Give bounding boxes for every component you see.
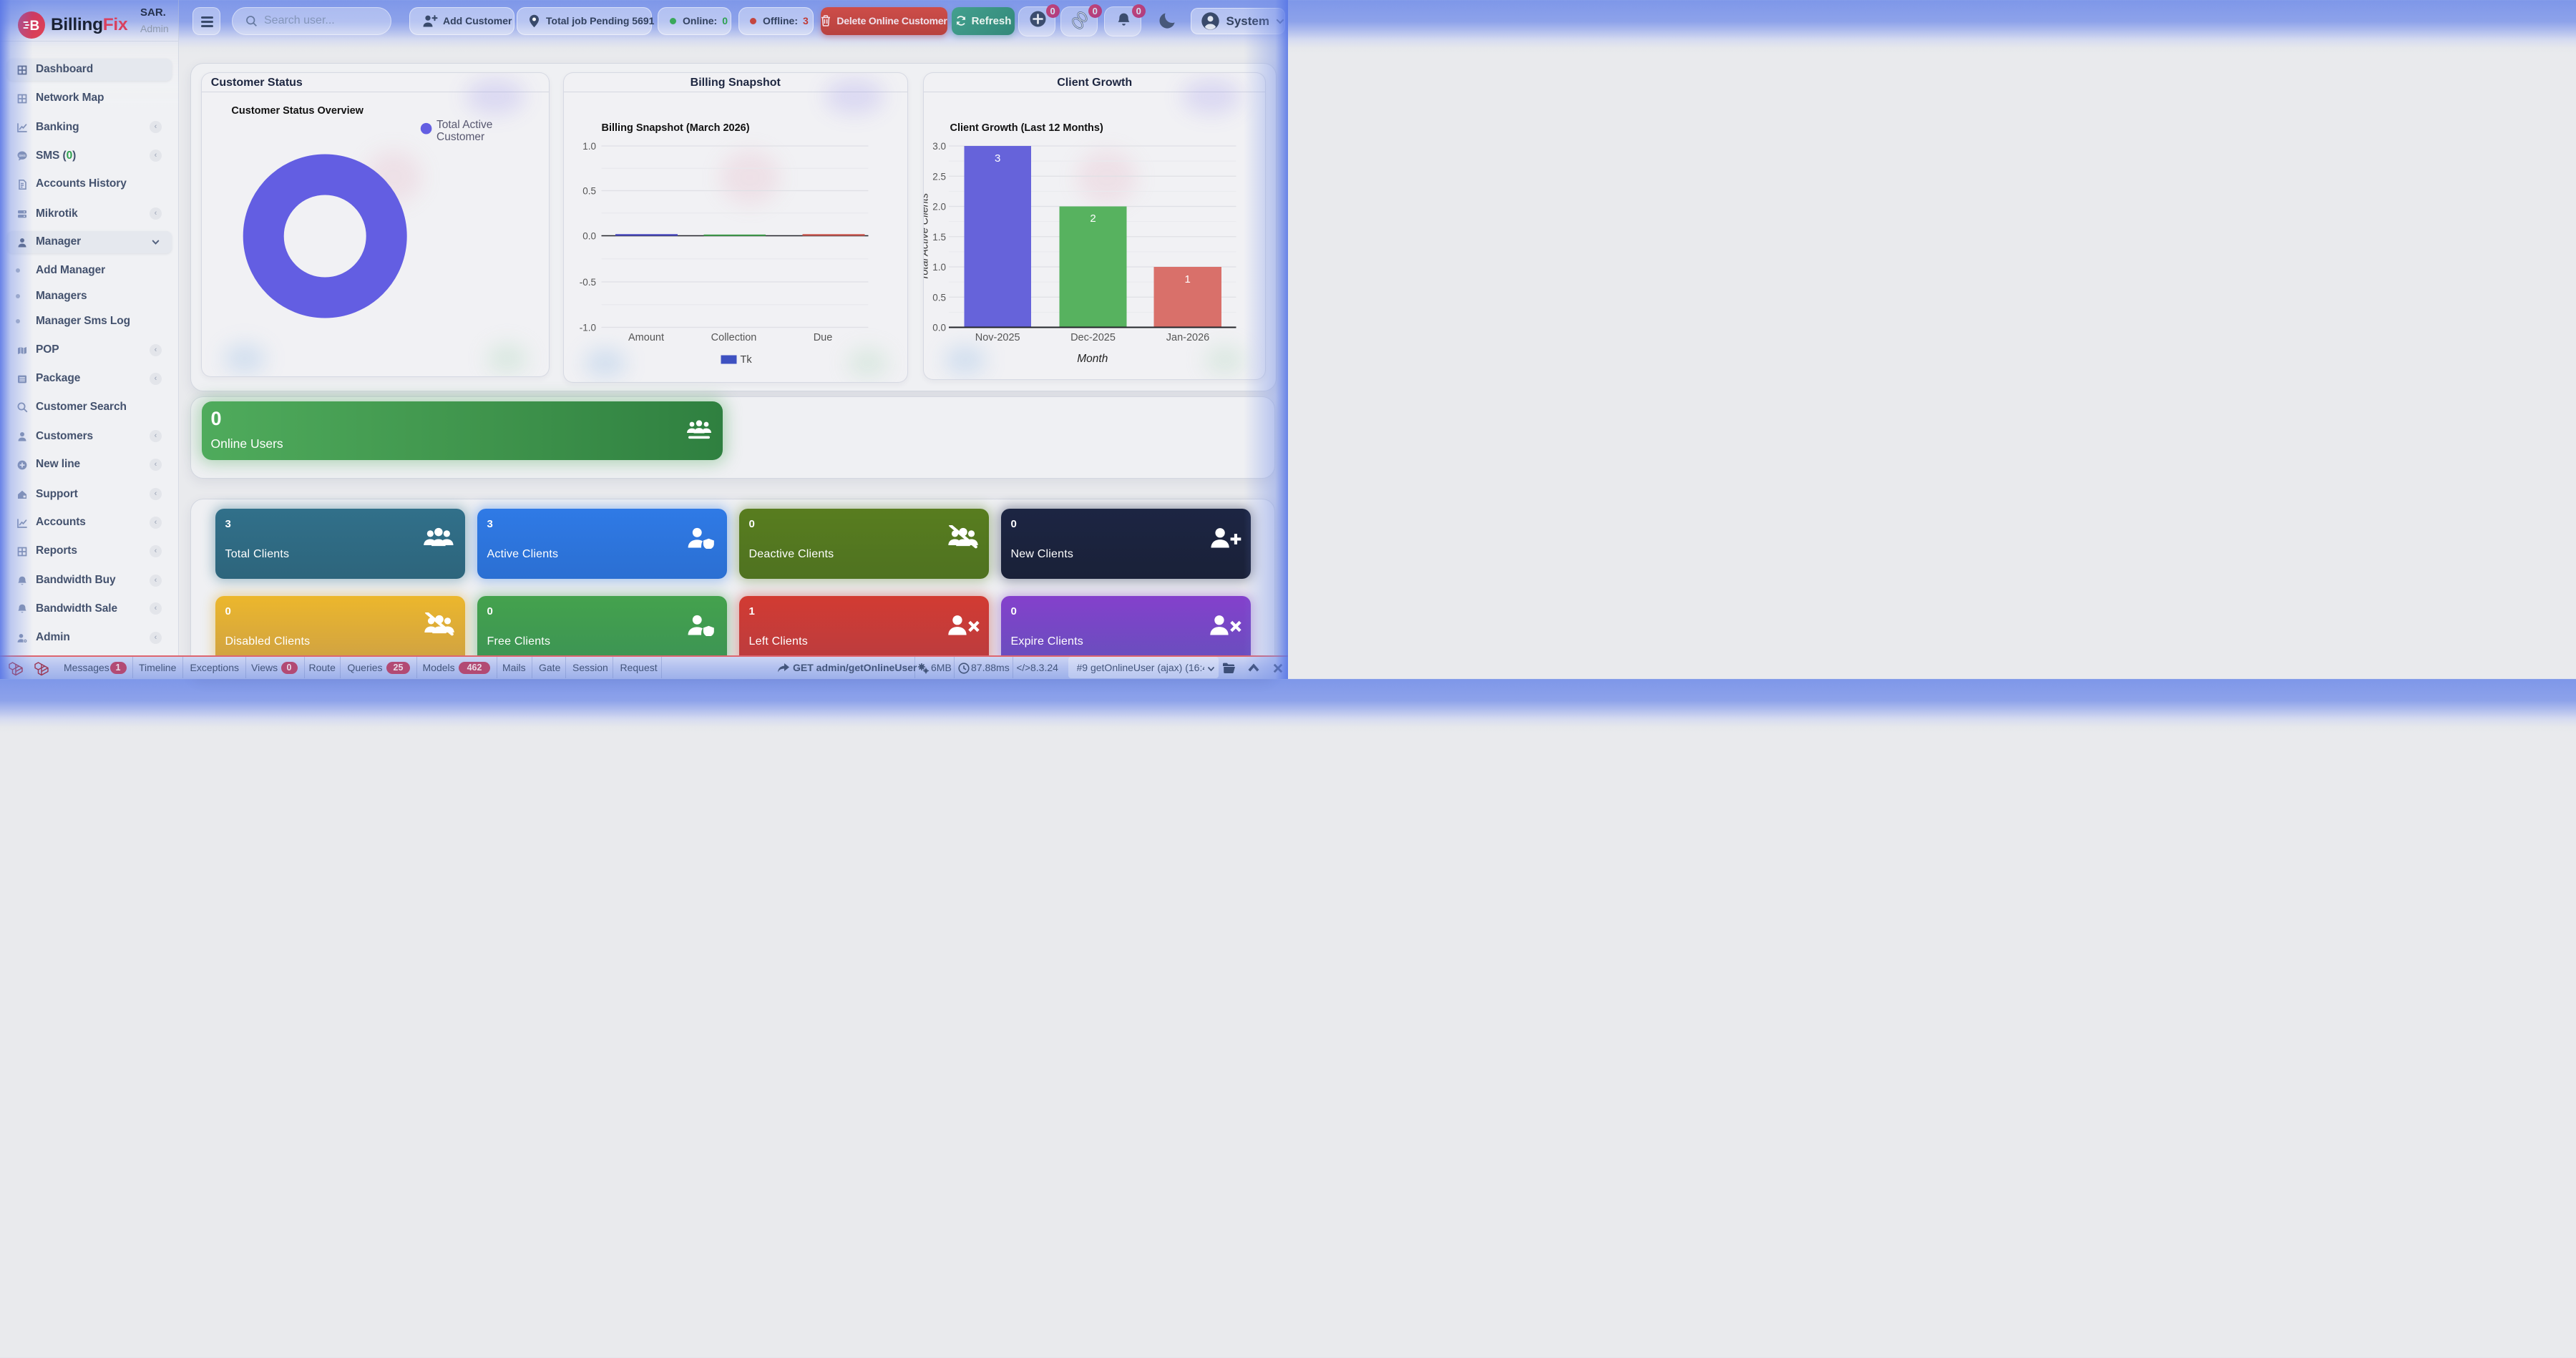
svg-text:Jan-2026: Jan-2026 xyxy=(1166,332,1209,343)
svg-text:Total Active: Total Active xyxy=(436,119,492,131)
svg-text:Total Active Clients: Total Active Clients xyxy=(924,193,931,280)
svg-text:Customer Status Overview: Customer Status Overview xyxy=(231,105,364,117)
svg-text:Collection: Collection xyxy=(711,332,756,343)
svg-text:SMS: SMS xyxy=(19,154,26,157)
svg-text:Tk: Tk xyxy=(740,354,752,366)
svg-text:-0.5: -0.5 xyxy=(579,277,595,288)
svg-text:Client Growth (Last 12 Months): Client Growth (Last 12 Months) xyxy=(950,122,1103,134)
svg-text:Dec-2025: Dec-2025 xyxy=(1070,332,1116,343)
svg-text:0.0: 0.0 xyxy=(582,231,596,242)
svg-text:0.0: 0.0 xyxy=(932,323,946,333)
svg-text:1.5: 1.5 xyxy=(932,232,946,243)
svg-text:Due: Due xyxy=(813,332,832,343)
svg-text:0.5: 0.5 xyxy=(932,292,946,303)
svg-text:Amount: Amount xyxy=(628,332,664,343)
svg-text:2.5: 2.5 xyxy=(932,171,946,182)
svg-text:Nov-2025: Nov-2025 xyxy=(975,332,1020,343)
svg-text:Month: Month xyxy=(1077,353,1108,365)
svg-text:1: 1 xyxy=(1185,273,1191,285)
svg-text:1.0: 1.0 xyxy=(582,141,596,152)
svg-text:2: 2 xyxy=(1090,213,1096,225)
svg-text:Customer: Customer xyxy=(436,131,484,143)
svg-text:0.5: 0.5 xyxy=(582,186,596,197)
svg-text:Billing Snapshot (March 2026): Billing Snapshot (March 2026) xyxy=(601,122,749,134)
svg-text:2.0: 2.0 xyxy=(932,202,946,213)
svg-text:3.0: 3.0 xyxy=(932,141,946,152)
svg-text:3: 3 xyxy=(995,152,1000,165)
svg-text:1.0: 1.0 xyxy=(932,262,946,273)
svg-text:-1.0: -1.0 xyxy=(579,323,595,333)
svg-text:B: B xyxy=(30,19,40,34)
